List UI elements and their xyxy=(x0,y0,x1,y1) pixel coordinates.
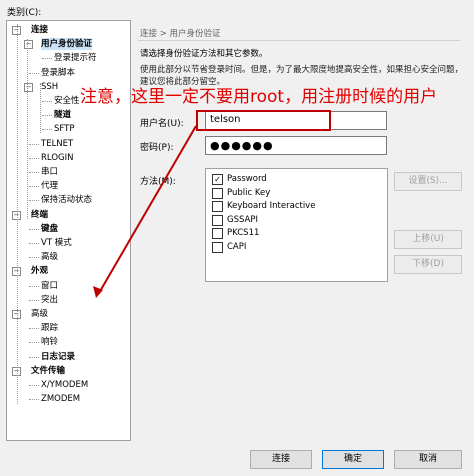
username-highlight-box xyxy=(196,110,331,131)
tree-item[interactable]: SFTP xyxy=(54,123,74,135)
tree-connector xyxy=(29,157,39,159)
tree-item[interactable]: 登录脚本 xyxy=(41,67,75,79)
password-input[interactable]: ●●●●●● xyxy=(205,136,387,155)
tree-connector xyxy=(29,342,39,344)
tree-item[interactable]: 键盘 xyxy=(41,223,58,235)
tree-item[interactable]: 代理 xyxy=(41,180,58,192)
tree-item[interactable]: 高级 xyxy=(41,251,58,263)
password-label: 密码(P): xyxy=(140,143,174,153)
move-down-button[interactable]: 下移(D) xyxy=(394,255,462,274)
annotation-text: 注意，这里一定不要用root，用注册时候的用户 xyxy=(80,87,438,107)
move-up-button[interactable]: 上移(U) xyxy=(394,230,462,249)
description-primary: 请选择身份验证方法和其它参数。 xyxy=(140,49,268,59)
tree-item[interactable]: RLOGIN xyxy=(41,152,73,164)
tree-connector xyxy=(29,72,39,74)
tree-item[interactable]: TELNET xyxy=(41,138,73,150)
tree-item[interactable]: 外观 xyxy=(31,265,48,277)
tree-item[interactable]: 跟踪 xyxy=(41,322,58,334)
tree-guide-line xyxy=(27,39,28,219)
method-checkbox[interactable] xyxy=(212,241,223,253)
method-label-text: Password xyxy=(227,174,267,184)
tree-item[interactable]: 窗口 xyxy=(41,280,58,292)
tree-connector xyxy=(29,186,39,188)
settings-button[interactable]: 设置(S)... xyxy=(394,172,462,191)
tree-item[interactable]: 保持活动状态 xyxy=(41,194,92,206)
tree-connector xyxy=(29,143,39,145)
tree-connector xyxy=(29,228,39,230)
tree-item[interactable]: 串口 xyxy=(41,166,58,178)
tree-guide-line xyxy=(40,83,41,133)
method-checkbox[interactable] xyxy=(212,187,223,199)
method-label: 方法(M): xyxy=(140,177,176,187)
tree-connector xyxy=(29,356,39,358)
tree-item[interactable]: 文件传输 xyxy=(31,365,65,377)
tree-item[interactable]: 隧道 xyxy=(54,109,71,121)
cancel-button[interactable]: 取消 xyxy=(394,450,462,469)
connect-button[interactable]: 连接 xyxy=(250,450,312,469)
method-checkbox[interactable] xyxy=(212,214,223,226)
tree-guide-line xyxy=(17,24,18,404)
tree-connector xyxy=(42,115,52,117)
tree-connector xyxy=(29,299,39,301)
tree-item[interactable]: X/YMODEM xyxy=(41,379,88,391)
tree-item[interactable]: 终端 xyxy=(31,209,48,221)
tree-connector xyxy=(29,257,39,259)
tree-connector xyxy=(42,58,52,60)
tree-item[interactable]: 连接 xyxy=(31,24,48,36)
tree-connector xyxy=(29,172,39,173)
method-label-text: Public Key xyxy=(227,187,271,198)
tree-connector xyxy=(29,243,39,244)
tree-item[interactable]: VT 模式 xyxy=(41,237,72,249)
tree-item[interactable]: 响铃 xyxy=(41,336,58,348)
collapse-toggle-icon[interactable]: − xyxy=(24,40,33,50)
tree-connector xyxy=(42,129,52,131)
breadcrumb: 连接 > 用户身份验证 xyxy=(140,29,221,39)
method-label-text: PKCS11 xyxy=(227,228,260,238)
method-label-text: GSSAPI xyxy=(227,214,258,225)
tree-connector xyxy=(29,285,39,287)
tree-item[interactable]: 登录提示符 xyxy=(54,52,97,64)
method-label-text: CAPI xyxy=(227,241,247,252)
tree-item[interactable]: 突出 xyxy=(41,294,58,306)
collapse-toggle-icon[interactable]: − xyxy=(24,82,33,92)
ok-button[interactable]: 确定 xyxy=(322,450,384,469)
header-divider xyxy=(138,40,460,41)
method-list[interactable]: ✓ Password Public Key Keyboard Interactive G… xyxy=(205,168,388,282)
tree-item[interactable]: 用户身份验证 xyxy=(41,38,93,51)
username-label: 用户名(U): xyxy=(140,119,184,129)
tree-item[interactable]: ZMODEM xyxy=(41,393,80,405)
tree-connector xyxy=(29,200,39,202)
tree-item[interactable]: 高级 xyxy=(31,308,48,320)
method-label-text: Keyboard Interactive xyxy=(227,201,316,211)
tree-connector xyxy=(29,399,39,401)
method-checkbox[interactable]: ✓ xyxy=(212,174,223,185)
method-checkbox[interactable] xyxy=(212,201,223,212)
tree-connector xyxy=(29,328,39,330)
tree-connector xyxy=(42,101,52,102)
tree-connector xyxy=(29,385,39,386)
tree-item[interactable]: 日志记录 xyxy=(41,351,75,363)
tree-item[interactable]: SSH xyxy=(41,81,58,93)
tree-item[interactable]: 安全性 xyxy=(54,95,80,107)
category-label: 类别(C): xyxy=(7,8,42,18)
method-checkbox[interactable] xyxy=(212,228,223,239)
